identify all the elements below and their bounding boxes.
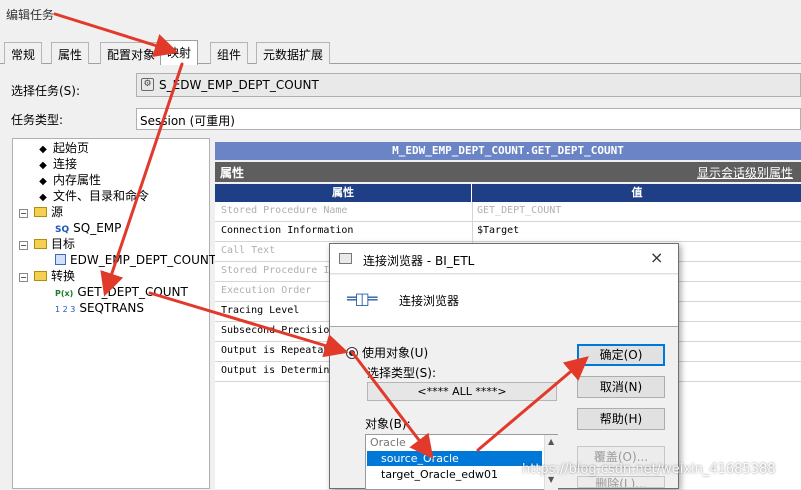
tab-properties[interactable]: 属性 — [51, 42, 90, 64]
sequence-icon: 1 2 3 — [55, 305, 76, 314]
target-table-icon — [55, 254, 66, 265]
tree-label: 源 — [51, 205, 64, 219]
property-name: Call Text — [221, 245, 276, 256]
property-name: Connection Information — [221, 225, 354, 236]
use-object-label: 使用对象(U) — [362, 346, 429, 360]
property-name: Subsecond Precisio — [221, 325, 330, 336]
tree-label: EDW_EMP_DEPT_COUNT — [70, 253, 217, 267]
tab-config-object[interactable]: 配置对象 — [100, 42, 163, 64]
ok-button[interactable]: 确定(O) — [577, 344, 665, 366]
list-group-oracle: Oracle — [370, 436, 406, 449]
diamond-icon: ◆ — [39, 176, 47, 187]
tree-label: GET_DEPT_COUNT — [77, 285, 188, 299]
column-header-value: 值 — [631, 186, 643, 199]
tree-item-memory-properties[interactable]: ◆ 内存属性 — [37, 173, 101, 189]
tab-metadata-extensions[interactable]: 元数据扩展 — [256, 42, 331, 64]
tree-label: 连接 — [53, 157, 78, 171]
window-title: 编辑任务 — [6, 8, 55, 22]
tree-item-target[interactable]: − 目标 — [19, 237, 75, 252]
connection-icon: ═◫═ — [347, 289, 377, 308]
tab-general[interactable]: 常规 — [4, 42, 43, 64]
tree-item-transform[interactable]: − 转换 — [19, 269, 75, 284]
window-icon — [339, 253, 352, 264]
property-name: Output is Determin — [221, 365, 330, 376]
tree-item-start-page[interactable]: ◆ 起始页 — [37, 141, 89, 157]
tree-item-source[interactable]: − 源 — [19, 205, 63, 220]
select-type-dropdown[interactable]: <**** ALL ****> — [367, 382, 557, 401]
tree-label: 内存属性 — [53, 173, 102, 187]
tab-components[interactable]: 组件 — [210, 42, 249, 64]
tree-label: SQ_EMP — [73, 221, 122, 235]
folder-icon — [34, 207, 47, 217]
tree-label: 目标 — [51, 237, 76, 251]
diamond-icon: ◆ — [39, 144, 47, 155]
show-session-properties-link[interactable]: 显示会话级别属性 — [697, 164, 793, 181]
delete-button: 删除(L)... — [577, 476, 665, 488]
property-value: GET_DEPT_COUNT — [477, 205, 562, 216]
task-type-label: 任务类型: — [11, 113, 64, 127]
source-qualifier-icon: SQ — [55, 225, 70, 235]
stored-procedure-icon: P(x) — [55, 289, 74, 298]
connection-browser-dialog: 连接浏览器 - BI_ETL × ═◫═ 连接浏览器 使用对象(U) 选择类型(… — [329, 243, 679, 490]
task-type-field: Session (可重用) — [136, 108, 801, 130]
collapse-icon[interactable]: − — [19, 241, 28, 250]
tree-item-edw-emp-dept-count[interactable]: EDW_EMP_DEPT_COUNT — [55, 253, 216, 268]
tab-mapping[interactable]: 映射 — [160, 40, 199, 65]
dialog-header-band — [330, 275, 678, 327]
list-item-target-oracle[interactable]: target_Oracle_edw01 — [367, 467, 542, 482]
use-object-radio[interactable]: 使用对象(U) — [346, 344, 428, 361]
collapse-icon[interactable]: − — [19, 273, 28, 282]
dialog-title: 连接浏览器 - BI_ETL — [363, 254, 475, 268]
property-name: Tracing Level — [221, 305, 300, 316]
diamond-icon: ◆ — [39, 160, 47, 171]
collapse-icon[interactable]: − — [19, 209, 28, 218]
diamond-icon: ◆ — [39, 192, 47, 203]
tree-item-connection[interactable]: ◆ 连接 — [37, 157, 77, 173]
list-item-source-oracle[interactable]: source_Oracle — [367, 451, 542, 466]
dialog-heading: 连接浏览器 — [399, 294, 460, 308]
tree-item-files-directories[interactable]: ◆ 文件、目录和命令 — [37, 189, 149, 205]
transformation-header: M_EDW_EMP_DEPT_COUNT.GET_DEPT_COUNT — [215, 142, 801, 160]
object-label: 对象(B): — [365, 417, 411, 431]
task-select[interactable]: ⚙ S_EDW_EMP_DEPT_COUNT — [136, 73, 801, 97]
column-header-attribute: 属性 — [215, 184, 472, 202]
property-name: Stored Procedure I — [221, 265, 330, 276]
scroll-up-icon[interactable]: ▲ — [548, 437, 554, 446]
session-icon: ⚙ — [141, 78, 154, 91]
property-name: Execution Order — [221, 285, 312, 296]
properties-section-label: 属性 — [220, 166, 245, 180]
property-value: $Target — [477, 225, 520, 236]
help-button[interactable]: 帮助(H) — [577, 408, 665, 430]
tree-label: 文件、目录和命令 — [53, 189, 150, 203]
tree-item-sq-emp[interactable]: SQ SQ_EMP — [55, 221, 121, 238]
table-row[interactable]: Connection Information $Target — [215, 222, 801, 242]
radio-selected-icon — [346, 347, 358, 359]
folder-icon — [34, 271, 47, 281]
folder-icon — [34, 239, 47, 249]
tab-bar: 常规 属性 配置对象 映射 组件 元数据扩展 — [0, 40, 801, 65]
property-name: Output is Repeatab — [221, 345, 330, 356]
tree-item-get-dept-count[interactable]: P(x) GET_DEPT_COUNT — [55, 285, 188, 301]
tree-item-seqtrans[interactable]: 1 2 3 SEQTRANS — [55, 301, 144, 317]
cancel-button[interactable]: 取消(N) — [577, 376, 665, 398]
select-type-label: 选择类型(S): — [367, 366, 437, 380]
tree-label: SEQTRANS — [79, 301, 144, 315]
tree-label: 转换 — [51, 269, 76, 283]
task-select-value: S_EDW_EMP_DEPT_COUNT — [159, 78, 319, 92]
watermark: https://blog.csdn.net/weixin_41685388 — [522, 462, 776, 477]
table-row[interactable]: Stored Procedure Name GET_DEPT_COUNT — [215, 202, 801, 222]
property-name: Stored Procedure Name — [221, 205, 348, 216]
select-task-label: 选择任务(S): — [11, 84, 81, 98]
navigation-tree: ◆ 起始页 ◆ 连接 ◆ 内存属性 ◆ 文件、目录和命令 − 源 SQ SQ_EMP − 目标… — [12, 138, 216, 489]
tree-label: 起始页 — [53, 141, 90, 155]
close-icon[interactable]: × — [650, 248, 663, 267]
